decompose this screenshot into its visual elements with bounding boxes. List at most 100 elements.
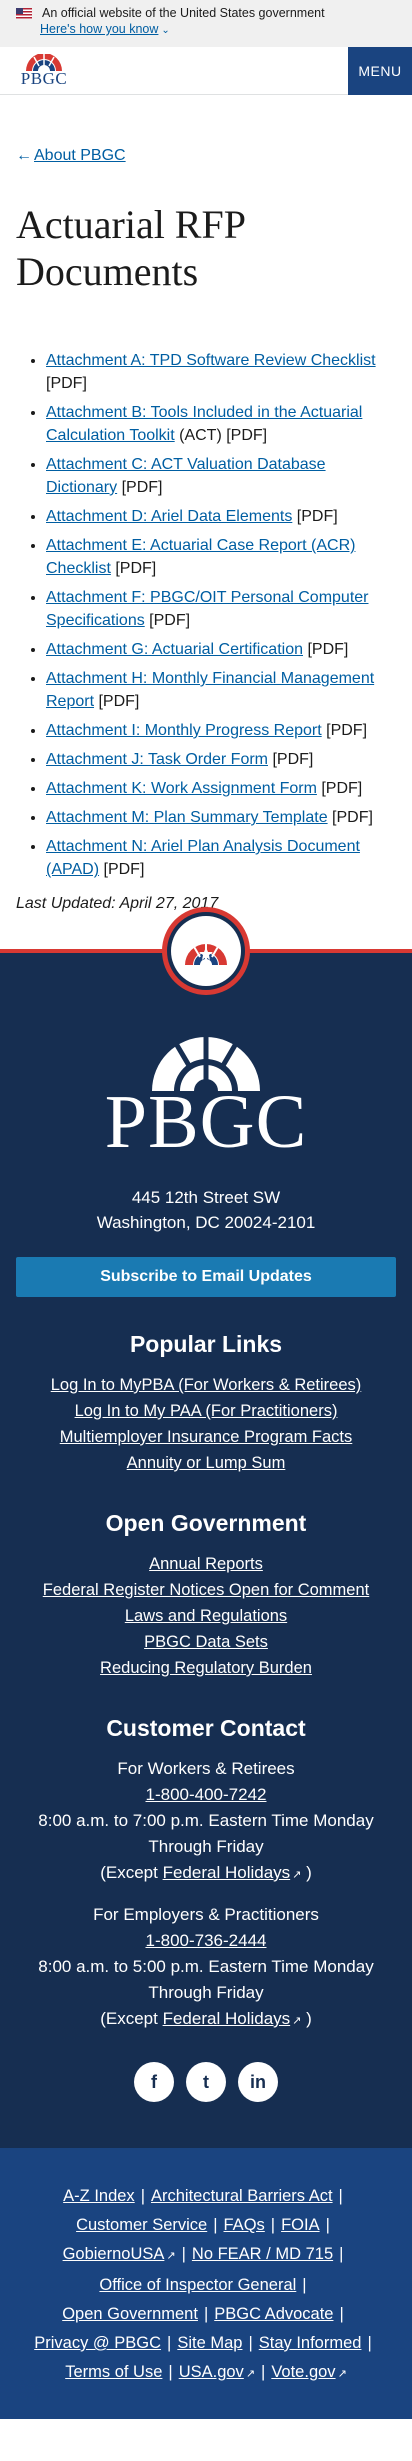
footer-link-stay-informed[interactable]: Stay Informed — [259, 2334, 362, 2352]
document-link[interactable]: Attachment N: Ariel Plan Analysis Docume… — [46, 838, 360, 878]
separator: | — [213, 2216, 218, 2234]
facebook-icon[interactable]: f — [134, 2062, 174, 2102]
contact-hours: 8:00 a.m. to 5:00 p.m. Eastern Time Mond… — [38, 1957, 374, 2002]
open-gov-link[interactable]: Reducing Regulatory Burden — [16, 1655, 396, 1681]
document-format: [PDF] — [46, 375, 87, 392]
popular-link[interactable]: Multiemployer Insurance Program Facts — [16, 1424, 396, 1450]
us-flag-icon — [16, 7, 32, 19]
footer-link-faqs[interactable]: FAQs — [224, 2216, 265, 2234]
contact-except: (Except Federal Holidays ↗ ) — [16, 2006, 396, 2034]
menu-button[interactable]: MENU — [348, 46, 412, 95]
pbgc-logo-link[interactable]: PBGC — [16, 54, 72, 87]
document-link[interactable]: Attachment D: Ariel Data Elements — [46, 508, 292, 525]
list-item: Attachment K: Work Assignment Form [PDF] — [46, 777, 396, 800]
phone-link[interactable]: 1-800-400-7242 — [146, 1785, 267, 1804]
contact-workers: For Workers & Retirees 1-800-400-7242 8:… — [16, 1756, 396, 1888]
list-item: Attachment A: TPD Software Review Checkl… — [46, 349, 396, 395]
separator: | — [367, 2334, 372, 2352]
document-format: [PDF] — [321, 780, 363, 797]
federal-holidays-link[interactable]: Federal Holidays — [163, 2009, 291, 2028]
document-list: Attachment A: TPD Software Review Checkl… — [16, 349, 396, 881]
footer-link-gobiernousa[interactable]: GobiernoUSA — [63, 2245, 165, 2263]
external-link-icon: ↗ — [245, 2368, 256, 2380]
popular-link[interactable]: Log In to My PAA (For Practitioners) — [16, 1398, 396, 1424]
document-link[interactable]: Attachment H: Monthly Financial Manageme… — [46, 670, 374, 710]
twitter-icon[interactable]: t — [186, 2062, 226, 2102]
linkedin-icon[interactable]: in — [238, 2062, 278, 2102]
footer-link-no-fear[interactable]: No FEAR / MD 715 — [192, 2245, 333, 2263]
footer-link-privacy[interactable]: Privacy @ PBGC — [34, 2334, 161, 2352]
document-link[interactable]: Attachment G: Actuarial Certification — [46, 641, 303, 658]
external-link-icon: ↗ — [292, 1869, 302, 1881]
footer-link-vote-gov[interactable]: Vote.gov — [271, 2363, 335, 2381]
popular-link[interactable]: Annuity or Lump Sum — [16, 1450, 396, 1476]
separator: | — [339, 2305, 344, 2323]
open-gov-link[interactable]: Annual Reports — [16, 1551, 396, 1577]
site-header: PBGC MENU — [0, 46, 412, 95]
phone-link[interactable]: 1-800-736-2444 — [146, 1931, 267, 1950]
external-link-icon: ↗ — [292, 2015, 302, 2027]
footer-link-foia[interactable]: FOIA — [281, 2216, 320, 2234]
except-prefix: (Except — [100, 2009, 158, 2028]
separator: | — [261, 2363, 266, 2381]
heres-how-you-know-link[interactable]: Here's how you know ⌄ — [40, 22, 170, 36]
footer-bottom-links: A-Z Index | Architectural Barriers Act | Cu… — [0, 2148, 412, 2419]
footer-link-open-government[interactable]: Open Government — [62, 2305, 198, 2323]
open-gov-link[interactable]: Laws and Regulations — [16, 1603, 396, 1629]
subscribe-button[interactable]: Subscribe to Email Updates — [16, 1257, 396, 1297]
contact-label: For Employers & Practitioners — [93, 1905, 319, 1924]
footer-main: PBGC 445 12th Street SW Washington, DC 2… — [0, 953, 412, 2148]
main-content: ←About PBGC Actuarial RFP Documents Atta… — [0, 147, 412, 913]
external-link-icon: ↗ — [337, 2368, 347, 2380]
open-government-links: Annual Reports Federal Register Notices … — [16, 1551, 396, 1681]
footer-link-pbgc-advocate[interactable]: PBGC Advocate — [214, 2305, 333, 2323]
footer-link-site-map[interactable]: Site Map — [177, 2334, 242, 2352]
separator: | — [302, 2276, 307, 2294]
social-links: f t in — [16, 2062, 396, 2102]
federal-holidays-link[interactable]: Federal Holidays — [163, 1863, 291, 1882]
contact-except: (Except Federal Holidays ↗ ) — [16, 1860, 396, 1888]
pbgc-emblem-icon — [162, 907, 250, 995]
footer-link-customer-service[interactable]: Customer Service — [76, 2216, 207, 2234]
footer-link-inspector-general[interactable]: Office of Inspector General — [99, 2276, 296, 2294]
footer-link-terms-of-use[interactable]: Terms of Use — [65, 2363, 162, 2381]
document-link[interactable]: Attachment F: PBGC/OIT Personal Computer… — [46, 589, 369, 629]
footer-link-usagov[interactable]: USA.gov — [179, 2363, 244, 2381]
except-suffix: ) — [306, 1863, 312, 1882]
popular-link[interactable]: Log In to MyPBA (For Workers & Retirees) — [16, 1372, 396, 1398]
separator: | — [168, 2363, 173, 2381]
arrow-left-icon: ← — [16, 147, 32, 164]
document-link[interactable]: Attachment A: TPD Software Review Checkl… — [46, 352, 376, 369]
document-link[interactable]: Attachment C: ACT Valuation Database Dic… — [46, 456, 326, 496]
list-item: Attachment M: Plan Summary Template [PDF… — [46, 806, 396, 829]
list-item: Attachment G: Actuarial Certification [P… — [46, 638, 396, 661]
document-format: [PDF] — [98, 693, 140, 710]
document-link[interactable]: Attachment J: Task Order Form — [46, 751, 268, 768]
footer-pbgc-logo[interactable]: PBGC — [16, 1023, 396, 1160]
except-suffix: ) — [306, 2009, 312, 2028]
address-line-1: 445 12th Street SW — [131, 1188, 281, 1207]
document-link[interactable]: Attachment I: Monthly Progress Report — [46, 722, 322, 739]
list-item: Attachment N: Ariel Plan Analysis Docume… — [46, 835, 396, 881]
pbgc-logo-text: PBGC — [20, 69, 68, 88]
gov-banner-text: An official website of the United States… — [42, 6, 325, 20]
document-format: [PDF] — [121, 479, 163, 496]
list-item: Attachment E: Actuarial Case Report (ACR… — [46, 534, 396, 580]
document-link[interactable]: Attachment E: Actuarial Case Report (ACR… — [46, 537, 355, 577]
back-link-about-pbgc[interactable]: ← About PBGC — [16, 147, 396, 165]
list-item: Attachment F: PBGC/OIT Personal Computer… — [46, 586, 396, 632]
gov-banner: An official website of the United States… — [0, 0, 412, 47]
open-government-heading: Open Government — [105, 1510, 307, 1536]
footer-link-az-index[interactable]: A-Z Index — [63, 2187, 135, 2205]
list-item: Attachment B: Tools Included in the Actu… — [46, 401, 396, 447]
contact-employers: For Employers & Practitioners 1-800-736-… — [16, 1902, 396, 2034]
document-link[interactable]: Attachment M: Plan Summary Template — [46, 809, 328, 826]
open-gov-link[interactable]: Federal Register Notices Open for Commen… — [16, 1577, 396, 1603]
footer-link-architectural-barriers[interactable]: Architectural Barriers Act — [151, 2187, 333, 2205]
document-link[interactable]: Attachment K: Work Assignment Form — [46, 780, 317, 797]
customer-contact-heading: Customer Contact — [106, 1715, 306, 1741]
page-title: Actuarial RFP Documents — [16, 202, 245, 294]
document-format: [PDF] — [103, 861, 145, 878]
open-gov-link[interactable]: PBGC Data Sets — [16, 1629, 396, 1655]
except-prefix: (Except — [100, 1863, 158, 1882]
